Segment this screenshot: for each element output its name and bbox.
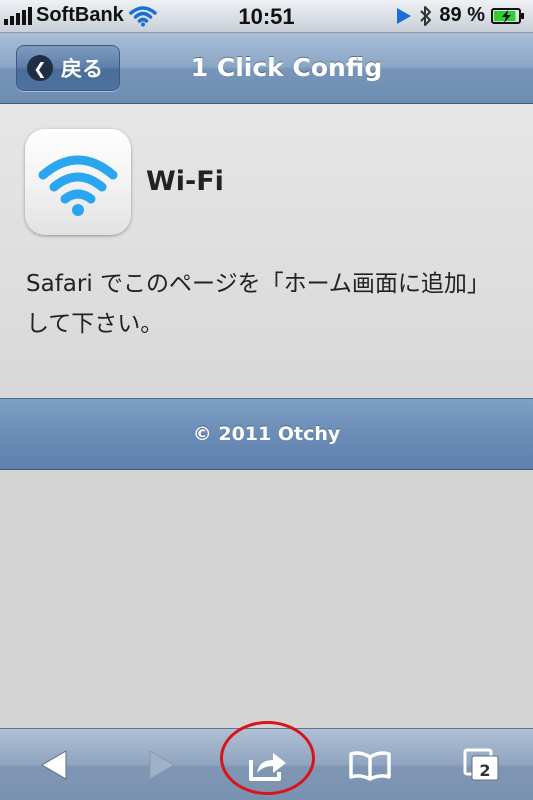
- wifi-icon: [38, 155, 118, 216]
- safari-toolbar: 2: [0, 728, 533, 800]
- screen: SoftBank 10:51 89 % ❮ 戻る 1 Click Config …: [0, 0, 533, 800]
- share-button[interactable]: [232, 729, 304, 800]
- page-title: 1 Click Config: [190, 53, 383, 82]
- instruction-text: Safari でこのページを「ホーム画面に追加」して下さい。: [26, 271, 490, 337]
- battery-percent: 89 %: [439, 4, 485, 26]
- back-button[interactable]: ❮ 戻る: [16, 45, 120, 91]
- tabs-button[interactable]: 2: [446, 729, 516, 800]
- footer-bar: © 2011 Otchy: [0, 398, 533, 470]
- battery-icon: [491, 7, 524, 24]
- chevron-left-icon: ❮: [27, 55, 53, 81]
- back-nav-button[interactable]: [20, 729, 90, 800]
- back-arrow-icon: [41, 750, 67, 780]
- forward-nav-button[interactable]: [126, 729, 196, 800]
- content-area: Wi-Fi Safari でこのページを「ホーム画面に追加」して下さい。: [0, 104, 533, 398]
- tab-count: 2: [479, 761, 490, 780]
- status-right: 89 %: [395, 4, 525, 27]
- bookmarks-icon: [349, 751, 391, 781]
- share-icon: [249, 753, 286, 781]
- status-bar: SoftBank 10:51 89 %: [0, 0, 533, 33]
- copyright-text: © 2011 Otchy: [192, 423, 341, 445]
- bookmarks-button[interactable]: [334, 729, 406, 800]
- back-button-label: 戻る: [61, 57, 103, 81]
- nav-bar: ❮ 戻る 1 Click Config: [0, 33, 533, 104]
- location-icon: [397, 7, 412, 24]
- app-icon: [25, 129, 131, 235]
- tabs-icon: 2: [463, 748, 499, 781]
- app-name: Wi-Fi: [146, 166, 224, 197]
- forward-arrow-icon: [149, 750, 175, 780]
- bluetooth-icon: [420, 5, 432, 26]
